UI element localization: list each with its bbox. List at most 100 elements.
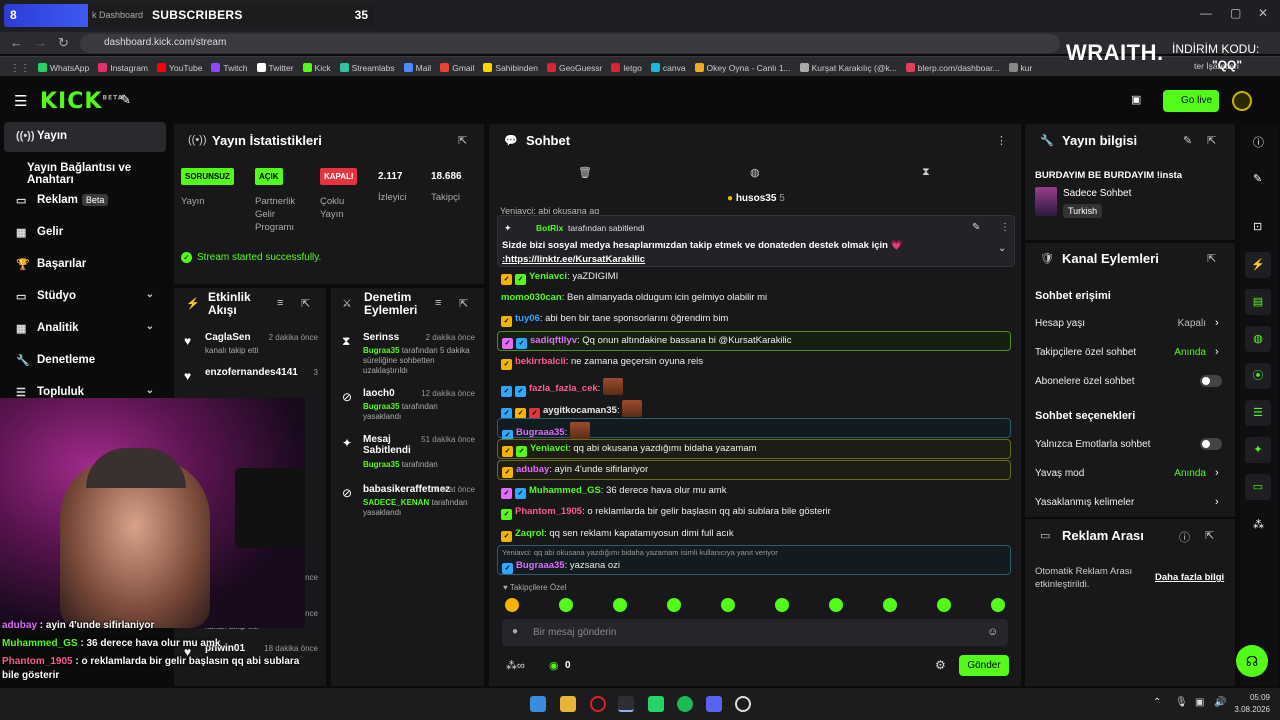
setting-value[interactable]: Kapalı <box>1170 318 1206 329</box>
apps-icon[interactable]: ⋮⋮ <box>10 63 30 74</box>
volume-icon[interactable]: 🔊 <box>1214 697 1226 708</box>
back-icon[interactable]: ← <box>10 35 23 50</box>
chat-message[interactable]: ✓ Phantom_1905: o reklamlarda bir gelir b… <box>497 503 831 523</box>
bookmark-item[interactable]: Streamlabs <box>339 63 395 73</box>
tray-chevron-icon[interactable]: ⌃ <box>1153 697 1161 708</box>
chat-message[interactable]: ✓ ✓ sadiqftllyv: Qq onun altındakine bassa… <box>497 331 1011 351</box>
chat-message[interactable]: ✓ Bugraaa35: <box>497 418 1011 441</box>
go-live-button[interactable]: Go live <box>1163 90 1219 112</box>
emote-icon[interactable] <box>505 598 519 612</box>
emote-icon[interactable] <box>937 598 951 612</box>
edit-icon[interactable]: ✎ <box>1253 172 1262 185</box>
kick-logo[interactable]: KICKBETA <box>40 89 123 114</box>
chat-username[interactable]: momo030can <box>501 292 562 303</box>
bookmark-item[interactable]: Kick <box>302 63 331 73</box>
popout-icon[interactable]: ⇱ <box>458 134 467 147</box>
info-icon[interactable]: ⓘ <box>1253 134 1264 150</box>
rail-list-icon[interactable]: ▤ <box>1245 289 1271 315</box>
unpin-icon[interactable]: ✎ <box>972 222 980 233</box>
setting-value[interactable]: Anında <box>1170 468 1206 479</box>
chat-message[interactable]: ✓ tuy06: abi ben bir tane sponsorlarını ö… <box>497 310 728 330</box>
sidebar-item-5[interactable]: ▭ Stüdyo ⌄ <box>4 282 166 312</box>
bookmark-item[interactable]: Okey Oyna - Canlı 1... <box>694 63 791 73</box>
pin-icon[interactable]: ✎ <box>120 92 131 108</box>
bookmark-item[interactable]: Mail <box>403 63 431 73</box>
bookmark-item[interactable]: canva <box>650 63 686 73</box>
chat-message[interactable]: ✓ Zaqrol: qq sen reklamı kapatamıyosun di… <box>497 525 734 545</box>
chat-message[interactable]: ✓ bekirrbalcii: ne zamana geçersin oyuna … <box>497 353 703 373</box>
chat-message[interactable]: ✓ ✓ Yeniavci: qq abi okusana yazdığımı bid… <box>497 439 1011 459</box>
whatsapp-icon[interactable] <box>648 696 664 712</box>
bookmark-item[interactable]: Twitch <box>211 63 248 73</box>
chevron-down-icon[interactable]: ⌄ <box>998 243 1006 254</box>
chat-username[interactable]: aygitkocaman35 <box>543 405 617 416</box>
chat-username[interactable]: fazla_fazla_cek <box>529 383 598 394</box>
more-icon[interactable]: ⋮ <box>996 134 1007 147</box>
emote-icon[interactable] <box>613 598 627 612</box>
chat-username[interactable]: tuy06 <box>515 313 540 324</box>
trash-icon[interactable]: 🗑 <box>578 166 592 179</box>
sidebar-item-4[interactable]: 🏆 Başarılar <box>4 250 166 280</box>
clock-date[interactable]: 3.08.2026 <box>1228 705 1270 714</box>
opera-icon[interactable] <box>590 696 606 712</box>
category-name[interactable]: Sadece Sohbet <box>1063 188 1131 199</box>
discord-icon[interactable] <box>706 696 722 712</box>
chevron-right-icon[interactable]: › <box>1215 346 1219 358</box>
chevron-right-icon[interactable]: › <box>1215 467 1219 479</box>
rail-lightning-icon[interactable]: ⚡ <box>1245 252 1271 278</box>
info-icon[interactable]: ⓘ <box>1179 529 1190 545</box>
popout-icon[interactable]: ⇱ <box>1205 529 1214 542</box>
mod-target[interactable]: babasikeraffetmez <box>363 484 450 495</box>
sidebar-item-1[interactable]: Yayın Bağlantısı ve Anahtarı <box>4 154 166 186</box>
obs-icon[interactable] <box>735 696 751 712</box>
clock-time[interactable]: 05:09 <box>1234 693 1270 702</box>
mod-target[interactable]: laoch0 <box>363 388 418 399</box>
bookmark-item[interactable]: Kurşat Karakılıç (@k... <box>799 63 897 73</box>
chat-username[interactable]: adubay <box>516 464 549 475</box>
reload-icon[interactable]: ↻ <box>58 35 69 51</box>
mod-view-icon[interactable]: ▣ <box>1131 93 1141 106</box>
popout-icon[interactable]: ⇱ <box>1207 134 1216 147</box>
settings-icon[interactable]: ⚙ <box>935 658 946 672</box>
chat-username[interactable]: Bugraaa35 <box>516 427 565 438</box>
rail-wrench-icon[interactable]: ✦ <box>1245 437 1271 463</box>
chat-message[interactable]: ✓ ✓ fazla_fazla_cek: <box>497 375 623 397</box>
spotify-icon[interactable] <box>677 696 693 712</box>
popout-icon[interactable]: ⇱ <box>1207 252 1216 265</box>
mod-actor[interactable]: Bugraa35 <box>363 460 399 469</box>
network-icon[interactable]: ▣ <box>1195 697 1204 708</box>
scan-icon[interactable]: ⊡ <box>1253 220 1262 233</box>
sidebar-item-6[interactable]: ▦ Analitik ⌄ <box>4 314 166 344</box>
chat-message[interactable]: momo030can: Ben almanyada oldugum icin g… <box>497 289 767 309</box>
chat-username[interactable]: Zaqrol <box>515 528 544 539</box>
setting-value[interactable]: Anında <box>1170 347 1206 358</box>
points-icon[interactable]: ◉ <box>549 659 559 672</box>
setting-toggle[interactable] <box>1200 438 1222 450</box>
more-icon[interactable]: ⋮ <box>1000 222 1010 233</box>
bookmark-item[interactable]: kur <box>1008 63 1032 73</box>
edit-icon[interactable]: ✎ <box>1183 134 1192 147</box>
sidebar-item-3[interactable]: ▦ Gelir <box>4 218 166 248</box>
bookmark-item[interactable]: letgo <box>611 63 642 73</box>
chat-username[interactable]: Muhammed_GS <box>529 485 601 496</box>
url-field[interactable]: dashboard.kick.com/stream <box>80 34 1060 53</box>
emote-icon[interactable] <box>775 598 789 612</box>
emote-icon[interactable] <box>991 598 1005 612</box>
emote-icon[interactable] <box>721 598 735 612</box>
pinned-message[interactable]: ✦ BotRix tarafından sabitlendi Sizde biz… <box>497 215 1015 267</box>
emoji-picker-icon[interactable]: ● <box>512 626 518 637</box>
chat-message[interactable]: ✓ ✓ ✓ aygitkocaman35: <box>497 397 643 419</box>
minimize-icon[interactable]: — <box>1200 6 1212 20</box>
avatar[interactable] <box>1232 91 1252 111</box>
smiley-icon[interactable]: ☺ <box>987 626 998 638</box>
sidebar-item-7[interactable]: 🔧 Denetleme <box>4 346 166 376</box>
mod-actor[interactable]: SADECE_KENAN <box>363 498 429 507</box>
ads-more-link[interactable]: Daha fazla bilgi <box>1155 572 1224 583</box>
sidebar-item-0[interactable]: ((•)) Yayın <box>4 122 166 152</box>
chat-username[interactable]: sadiqftllyv <box>530 335 577 346</box>
menu-icon[interactable]: ☰ <box>14 92 27 110</box>
forward-icon[interactable]: → <box>34 35 47 50</box>
bookmark-item[interactable]: Twitter <box>256 63 294 73</box>
chevron-right-icon[interactable]: › <box>1215 317 1219 329</box>
bookmark-item[interactable]: blerp.com/dashboar... <box>905 63 1000 73</box>
